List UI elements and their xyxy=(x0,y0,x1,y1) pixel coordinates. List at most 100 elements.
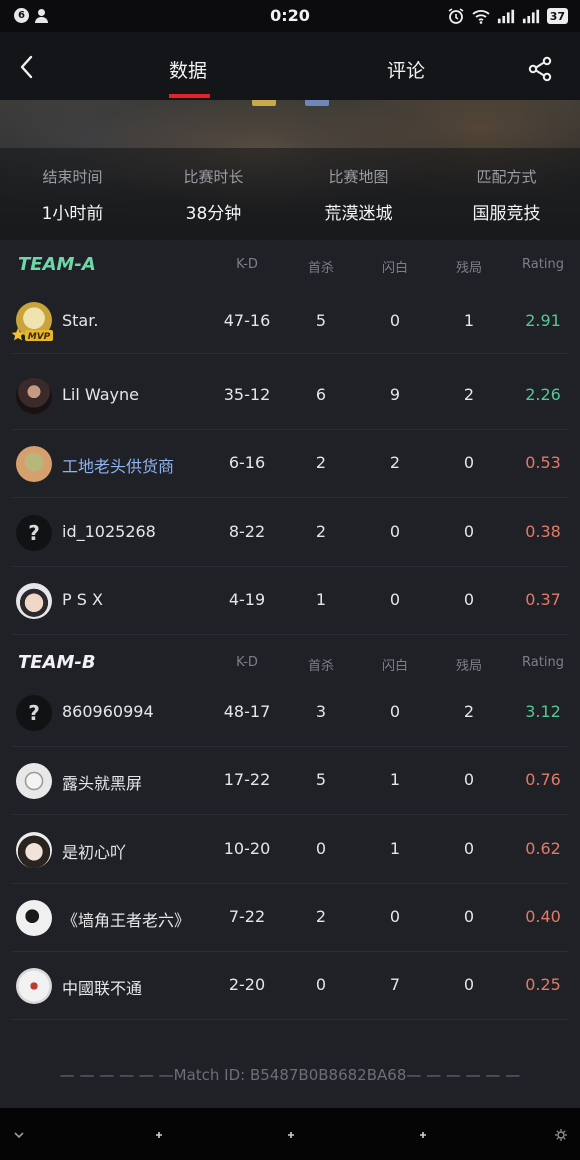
question-mark-avatar: ? xyxy=(16,695,52,731)
player-first-kill: 6 xyxy=(315,385,327,404)
plus-icon[interactable] xyxy=(416,1128,430,1142)
plus-icon[interactable] xyxy=(284,1128,298,1142)
player-row[interactable]: 露头就黑屏 17-22 5 1 0 0.76 xyxy=(0,747,580,815)
team-name: TEAM-A xyxy=(18,254,96,275)
row-divider xyxy=(12,1019,568,1020)
player-first-kill: 1 xyxy=(315,590,327,609)
player-row[interactable]: 中國联不通 2-20 0 7 0 0.25 xyxy=(0,952,580,1020)
player-clutch: 2 xyxy=(463,702,475,721)
player-rating: 2.26 xyxy=(525,385,561,404)
player-flash: 0 xyxy=(389,590,401,609)
player-flash: 0 xyxy=(389,907,401,926)
meme-avatar xyxy=(16,900,52,936)
column-flash: 闪白 xyxy=(381,261,408,276)
player-rating: 0.38 xyxy=(525,522,561,541)
player-clutch: 0 xyxy=(463,770,475,789)
info-end-time: 结束时间 1小时前 xyxy=(0,166,145,224)
tab-data[interactable]: 数据 xyxy=(169,56,207,83)
player-first-kill: 2 xyxy=(315,907,327,926)
player-kd: 4-19 xyxy=(228,590,266,609)
player-flash: 0 xyxy=(389,311,401,330)
player-flash: 2 xyxy=(389,453,401,472)
player-kd: 35-12 xyxy=(223,385,271,404)
info-duration: 比赛时长 38分钟 xyxy=(141,166,286,224)
status-right: 37 xyxy=(447,8,568,24)
chevron-down-icon[interactable] xyxy=(12,1128,26,1142)
alarm-icon xyxy=(448,8,464,24)
active-tab-indicator xyxy=(169,94,210,98)
player-first-kill: 2 xyxy=(315,522,327,541)
player-flash: 0 xyxy=(389,702,401,721)
info-value: 38分钟 xyxy=(185,204,242,224)
player-flash: 1 xyxy=(389,839,401,858)
player-clutch: 1 xyxy=(463,311,475,330)
player-row[interactable]: 工地老头供货商 6-16 2 2 0 0.53 xyxy=(0,430,580,498)
player-row[interactable]: ? 860960994 48-17 3 0 2 3.12 xyxy=(0,679,580,747)
team-a-marker xyxy=(252,100,276,106)
tab-comments[interactable]: 评论 xyxy=(387,56,425,83)
player-row[interactable]: Lil Wayne 35-12 6 9 2 2.26 xyxy=(0,362,580,430)
player-row[interactable]: 是初心吖 10-20 0 1 0 0.62 xyxy=(0,816,580,884)
player-name[interactable]: 工地老头供货商 xyxy=(62,453,174,477)
player-first-kill: 0 xyxy=(315,975,327,994)
column-kd: K-D xyxy=(236,257,258,272)
player-kd: 2-20 xyxy=(228,975,266,994)
player-kd: 6-16 xyxy=(228,453,266,472)
player-kd: 47-16 xyxy=(223,311,271,330)
column-clutch: 残局 xyxy=(455,659,482,674)
column-rating: Rating xyxy=(522,655,564,670)
player-name: id_1025268 xyxy=(62,522,156,541)
info-label: 结束时间 xyxy=(42,168,103,186)
share-icon[interactable] xyxy=(527,56,553,82)
player-kd: 17-22 xyxy=(223,770,271,789)
player-kd: 7-22 xyxy=(228,907,266,926)
gear-icon[interactable] xyxy=(554,1128,568,1142)
player-rating: 0.25 xyxy=(525,975,561,994)
player-name: 中國联不通 xyxy=(62,979,143,998)
column-first-kill: 首杀 xyxy=(307,659,334,674)
player-flash: 0 xyxy=(389,522,401,541)
info-map: 比赛地图 荒漠迷城 xyxy=(286,166,431,224)
match-id: — — — — — —Match ID: B5487B0B8682BA68— —… xyxy=(59,1066,521,1084)
info-label: 比赛地图 xyxy=(328,168,389,186)
player-rating: 0.37 xyxy=(525,590,561,609)
plus-icon[interactable] xyxy=(152,1128,166,1142)
column-kd: K-D xyxy=(236,655,258,670)
player-kd: 8-22 xyxy=(228,522,266,541)
player-first-kill: 0 xyxy=(315,839,327,858)
player-first-kill: 5 xyxy=(315,770,327,789)
column-flash: 闪白 xyxy=(381,659,408,674)
player-row[interactable]: ? id_1025268 8-22 2 0 0 0.38 xyxy=(0,499,580,567)
dark-portrait-avatar xyxy=(16,378,52,414)
battery-indicator: 37 xyxy=(546,8,568,24)
player-flash: 9 xyxy=(389,385,401,404)
player-rating: 2.91 xyxy=(525,311,561,330)
player-name: 860960994 xyxy=(62,702,154,721)
player-first-kill: 2 xyxy=(315,453,327,472)
player-rating: 0.62 xyxy=(525,839,561,858)
face-avatar xyxy=(16,583,52,619)
player-row[interactable]: P S X 4-19 1 0 0 0.37 xyxy=(0,567,580,635)
player-flash: 1 xyxy=(389,770,401,789)
player-clutch: 0 xyxy=(463,522,475,541)
back-button[interactable] xyxy=(12,52,42,82)
info-label: 匹配方式 xyxy=(476,168,537,186)
player-row[interactable]: MVP Star. 47-16 5 0 1 2.91 xyxy=(0,286,580,354)
team-b-marker xyxy=(305,100,329,106)
player-clutch: 2 xyxy=(463,385,475,404)
player-kd: 10-20 xyxy=(223,839,271,858)
question-mark-avatar: ? xyxy=(16,515,52,551)
player-clutch: 0 xyxy=(463,839,475,858)
cartoon-avatar xyxy=(16,446,52,482)
status-bar: 6 0:20 37 xyxy=(0,0,580,32)
wifi-icon xyxy=(472,10,490,24)
player-clutch: 0 xyxy=(463,975,475,994)
column-clutch: 残局 xyxy=(455,261,482,276)
row-divider xyxy=(12,634,568,635)
player-flash: 7 xyxy=(389,975,401,994)
question-mark-icon: ? xyxy=(28,701,40,725)
player-row[interactable]: 《墙角王者老六》 7-22 2 0 0 0.40 xyxy=(0,884,580,952)
player-first-kill: 5 xyxy=(315,311,327,330)
system-nav-bar xyxy=(0,1108,580,1160)
player-rating: 0.40 xyxy=(525,907,561,926)
